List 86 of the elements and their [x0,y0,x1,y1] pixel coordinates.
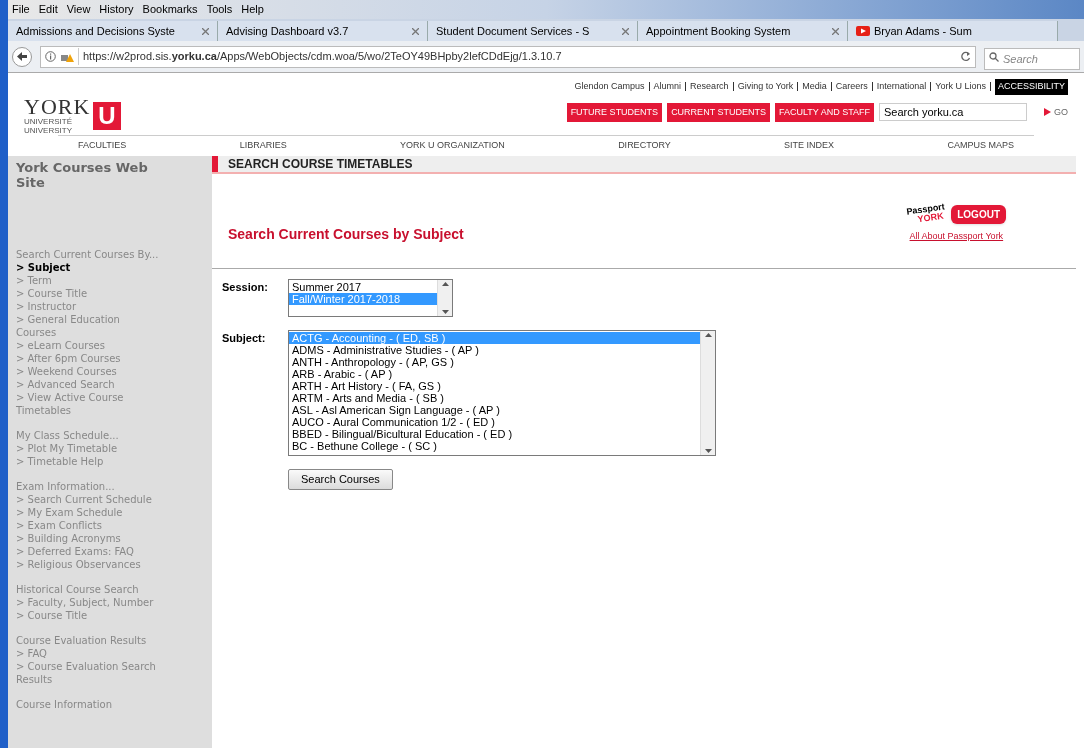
browser-tab[interactable]: Advising Dashboard v3.7 [218,21,428,41]
down-arrow-icon[interactable] [704,449,712,453]
site-search-field[interactable]: Search yorku.ca [879,103,1027,122]
up-arrow-icon[interactable] [704,333,712,337]
list-option[interactable]: ASL - Asl American Sign Language - ( AP ) [289,404,700,416]
address-field[interactable]: https://w2prod.sis.yorku.ca/Apps/WebObjects/cdm.woa/5/wo/2TeOY49BHpby2lefCDdEjg/1.3.10.7 [40,45,976,68]
sidebar-heading: Course Evaluation Results [16,634,148,647]
tab-title: Advising Dashboard v3.7 [226,23,350,39]
nav-link[interactable]: FACULTIES [78,139,127,153]
passport-link[interactable]: All About Passport York [909,229,1004,244]
top-link[interactable]: York U Lions [935,80,986,94]
url-text[interactable]: https://w2prod.sis.yorku.ca/Apps/WebObjects/cdm.woa/5/wo/2TeOY49BHpby2lefCDdEjg/1.3.10.7 [78,48,956,65]
sidebar-heading: Historical Course Search [16,583,140,596]
list-option[interactable]: BBED - Bilingual/Bicultural Education - ( ED ) [289,428,700,440]
search-icon [989,51,999,62]
play-icon [1044,108,1051,117]
nav-link[interactable]: LIBRARIES [239,139,287,153]
menu-item[interactable]: Help [241,1,264,18]
audience-button[interactable]: FACULTY AND STAFF [774,102,874,122]
sidebar-title: York Courses Web Site [16,159,149,190]
list-option[interactable]: ANTH - Anthropology - ( AP, GS ) [289,356,700,368]
list-box[interactable]: Summer 2017 Fall/Winter 2017-2018 [288,279,453,317]
top-link[interactable]: International [876,80,927,94]
menu-item[interactable]: History [99,1,134,18]
browser-tab[interactable]: Admissions and Decisions Syste [8,21,218,41]
menu-item[interactable]: File [12,1,30,18]
list-option[interactable]: BC - Bethune College - ( SC ) [289,440,700,452]
list-option[interactable]: AUCO - Aural Communication 1/2 - ( ED ) [289,416,700,428]
sidebar-heading: My Class Schedule... [16,429,120,442]
browser-tab[interactable]: Student Document Services - S [428,21,638,41]
logout-button[interactable]: LOGOUT [951,204,1006,224]
close-icon[interactable] [412,27,419,35]
nav-link[interactable]: YORK U ORGANIZATION [400,139,505,153]
play-icon [856,26,870,36]
banner-accent [212,156,218,172]
up-arrow-icon[interactable] [441,282,449,286]
down-arrow-icon[interactable] [441,310,449,314]
nav-link[interactable]: CAMPUS MAPS [947,139,1014,153]
search-courses-button[interactable]: Search Courses [288,469,393,490]
menu-item[interactable]: Tools [206,1,233,18]
top-link[interactable]: Media [802,80,827,94]
audience-button[interactable]: CURRENT STUDENTS [667,102,770,122]
top-link[interactable]: Research [690,80,729,94]
back-arrow-icon [17,52,27,61]
sidebar-heading: Exam Information... [16,480,116,493]
search-field[interactable]: Search [984,47,1080,70]
nav-link[interactable]: DIRECTORY [618,139,671,153]
browser-tab[interactable]: Bryan Adams - Sum [848,21,1058,41]
back-button[interactable] [12,46,32,67]
tab-title: Admissions and Decisions Syste [16,23,176,39]
page-heading: Search Current Courses by Subject [228,224,464,244]
reload-icon[interactable] [960,51,971,62]
list-option[interactable]: Summer 2017 [289,281,437,293]
top-link[interactable]: Giving to York [737,80,794,94]
browser-tab[interactable]: Appointment Booking System [638,21,848,41]
nav-link[interactable]: SITE INDEX [784,139,835,153]
close-icon[interactable] [622,27,629,35]
list-option[interactable]: ARB - Arabic - ( AP ) [289,368,700,380]
tab-title: Bryan Adams - Sum [874,23,973,39]
sidebar-link[interactable]: > Subject [16,261,156,274]
list-box[interactable] [288,330,716,456]
subject-label: Subject: [222,331,267,346]
go-button[interactable]: GO [1044,105,1068,119]
list-option[interactable]: ARTM - Arts and Media - ( SB ) [289,392,700,404]
top-link[interactable]: Careers [835,80,868,94]
session-label: Session: [222,280,269,295]
top-link[interactable]: Glendon Campus [574,80,645,94]
list-option[interactable]: ARTH - Art History - ( FA, GS ) [289,380,700,392]
sidebar-heading: Course Information [16,698,113,711]
scrollbar[interactable] [700,331,715,455]
close-icon[interactable] [202,27,209,35]
info-icon [45,51,56,62]
list-option[interactable]: ADMS - Administrative Studies - ( AP ) [289,344,700,356]
accessibility-link[interactable]: ACCESSIBILITY [994,79,1068,95]
top-link[interactable]: Alumni [653,80,682,94]
menu-item[interactable]: View [66,1,91,18]
close-icon[interactable] [832,27,839,35]
scrollbar[interactable] [437,280,452,316]
audience-button[interactable]: FUTURE STUDENTS [566,102,663,122]
menu-item[interactable]: Edit [38,1,58,18]
menu-item[interactable]: Bookmarks [142,1,198,18]
tab-title: Appointment Booking System [646,23,792,39]
passport-logo: Passport YORK [905,202,947,226]
sidebar-heading: Search Current Courses By... [16,248,160,261]
banner-title: SEARCH COURSE TIMETABLES [228,156,413,173]
tab-title: Student Document Services - S [436,23,591,39]
